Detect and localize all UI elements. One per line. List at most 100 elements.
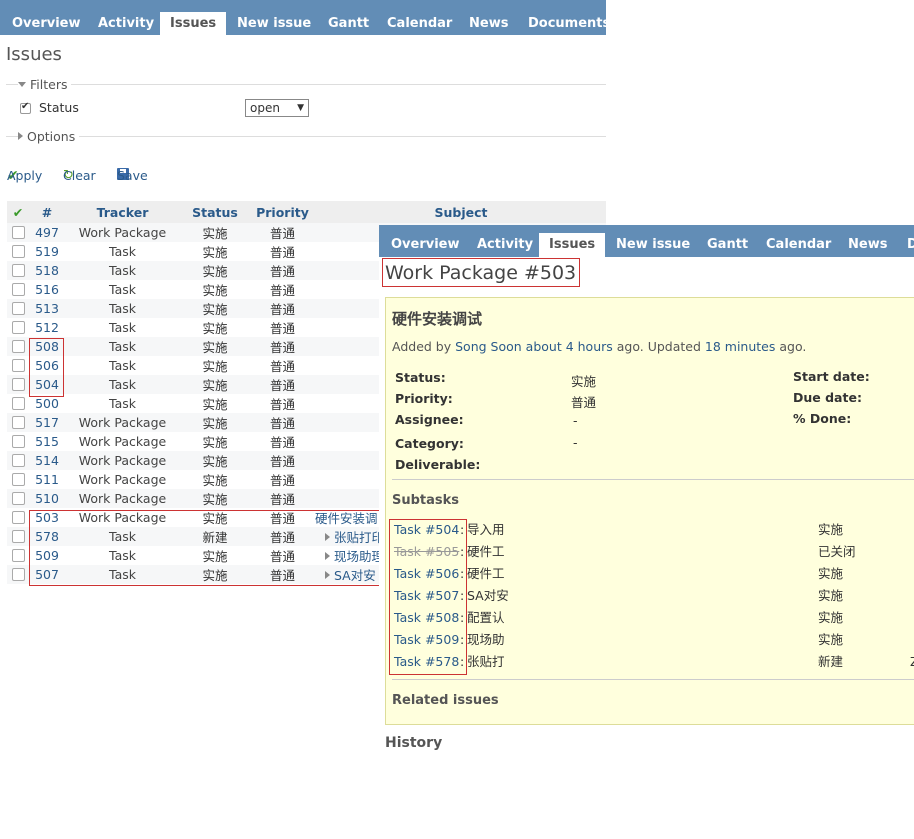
category-attr-value: - bbox=[573, 435, 578, 450]
row-checkbox[interactable] bbox=[12, 264, 25, 277]
row-checkbox[interactable] bbox=[12, 321, 25, 334]
status-cell: 新建 bbox=[180, 527, 250, 546]
row-checkbox[interactable] bbox=[12, 473, 25, 486]
tab-documents[interactable]: Documents bbox=[528, 12, 606, 35]
row-checkbox[interactable] bbox=[12, 245, 25, 258]
row-checkbox[interactable] bbox=[12, 435, 25, 448]
subject-link[interactable]: 现场助理 bbox=[334, 549, 384, 564]
row-checkbox[interactable] bbox=[12, 492, 25, 505]
subject-link[interactable]: 张贴打印 bbox=[334, 530, 384, 545]
row-checkbox[interactable] bbox=[12, 340, 25, 353]
tab-issues[interactable]: Issues bbox=[539, 233, 606, 257]
tracker-cell: Task bbox=[65, 375, 180, 394]
row-checkbox[interactable] bbox=[12, 283, 25, 296]
tab-news[interactable]: News bbox=[848, 233, 887, 257]
row-checkbox-cell bbox=[7, 565, 29, 584]
issue-id-link[interactable]: 516 bbox=[29, 280, 65, 299]
tab-activity[interactable]: Activity bbox=[477, 233, 533, 257]
issue-id-link[interactable]: 506 bbox=[29, 356, 65, 375]
tab-new-issue[interactable]: New issue bbox=[237, 12, 311, 35]
tab-news[interactable]: News bbox=[469, 12, 508, 35]
column-header-status[interactable]: Status bbox=[180, 201, 250, 223]
issue-subject: 硬件安装调试 bbox=[392, 310, 483, 328]
issue-id-link[interactable]: 513 bbox=[29, 299, 65, 318]
filters-legend[interactable]: Filters bbox=[18, 77, 72, 92]
subject-link[interactable]: SA对安 bbox=[334, 568, 376, 583]
subtask-link[interactable]: Task #505 bbox=[394, 541, 459, 563]
row-checkbox[interactable] bbox=[12, 378, 25, 391]
tab-gantt[interactable]: Gantt bbox=[328, 12, 369, 35]
subtask-status: 实施 bbox=[818, 522, 844, 537]
tab-new-issue[interactable]: New issue bbox=[616, 233, 690, 257]
tab-overview[interactable]: Overview bbox=[391, 233, 460, 257]
status-filter-checkbox[interactable] bbox=[20, 101, 31, 114]
row-checkbox[interactable] bbox=[12, 454, 25, 467]
priority-cell: 普通 bbox=[250, 432, 315, 451]
subtask-link[interactable]: Task #506 bbox=[394, 563, 459, 585]
start-date-label: Start date: bbox=[793, 369, 870, 384]
status-filter-label: Status bbox=[39, 100, 79, 115]
section-divider bbox=[392, 679, 914, 680]
author-link[interactable]: Song Soon bbox=[455, 339, 522, 354]
toggle-all-header[interactable]: ✔ bbox=[7, 201, 29, 223]
subtask-link[interactable]: Task #578 bbox=[394, 651, 459, 673]
issue-id-link[interactable]: 511 bbox=[29, 470, 65, 489]
issue-details: 硬件安装调试 Added by Song Soon about 4 hours … bbox=[385, 297, 914, 725]
row-checkbox[interactable] bbox=[12, 416, 25, 429]
row-checkbox[interactable] bbox=[12, 226, 25, 239]
issue-id-link[interactable]: 500 bbox=[29, 394, 65, 413]
row-checkbox[interactable] bbox=[12, 568, 25, 581]
issue-id-link[interactable]: 507 bbox=[29, 565, 65, 584]
issue-id-link[interactable]: 518 bbox=[29, 261, 65, 280]
subtask-link[interactable]: Task #504 bbox=[394, 519, 459, 541]
created-time-link[interactable]: about 4 hours bbox=[526, 339, 613, 354]
updated-time-link[interactable]: 18 minutes bbox=[705, 339, 775, 354]
subject-link[interactable]: 硬件安装调 bbox=[315, 511, 378, 526]
tracker-cell: Work Package bbox=[65, 470, 180, 489]
row-checkbox[interactable] bbox=[12, 302, 25, 315]
issue-id-link[interactable]: 504 bbox=[29, 375, 65, 394]
column-header-tracker[interactable]: Tracker bbox=[65, 201, 180, 223]
tab-issues[interactable]: Issues bbox=[160, 12, 227, 35]
subtask-link[interactable]: Task #508 bbox=[394, 607, 459, 629]
column-header-id[interactable]: # bbox=[29, 201, 65, 223]
row-checkbox[interactable] bbox=[12, 359, 25, 372]
tracker-cell: Task bbox=[65, 261, 180, 280]
status-cell: 实施 bbox=[180, 413, 250, 432]
tracker-cell: Task bbox=[65, 299, 180, 318]
row-checkbox[interactable] bbox=[12, 511, 25, 524]
status-operator-select[interactable]: open ▼ bbox=[245, 99, 309, 117]
issue-id-link[interactable]: 514 bbox=[29, 451, 65, 470]
subtask-link[interactable]: Task #509 bbox=[394, 629, 459, 651]
issue-id-link[interactable]: 515 bbox=[29, 432, 65, 451]
tab-calendar[interactable]: Calendar bbox=[387, 12, 452, 35]
subtask-link[interactable]: Task #507 bbox=[394, 585, 459, 607]
row-checkbox[interactable] bbox=[12, 530, 25, 543]
tab-documents[interactable]: D bbox=[907, 233, 914, 257]
options-legend[interactable]: Options bbox=[18, 129, 80, 144]
status-cell: 实施 bbox=[180, 299, 250, 318]
row-checkbox-cell bbox=[7, 432, 29, 451]
subtask-row: Task #505: 硬件工 已关闭 bbox=[392, 541, 914, 563]
issue-id-link[interactable]: 578 bbox=[29, 527, 65, 546]
issue-id-link[interactable]: 512 bbox=[29, 318, 65, 337]
issue-id-link[interactable]: 503 bbox=[29, 508, 65, 527]
issue-id-link[interactable]: 497 bbox=[29, 223, 65, 242]
tab-calendar[interactable]: Calendar bbox=[766, 233, 831, 257]
row-checkbox[interactable] bbox=[12, 397, 25, 410]
issue-id-link[interactable]: 510 bbox=[29, 489, 65, 508]
row-checkbox[interactable] bbox=[12, 549, 25, 562]
column-header-subject[interactable]: Subject bbox=[315, 201, 606, 223]
issue-id-link[interactable]: 509 bbox=[29, 546, 65, 565]
assignee-attr-value: - bbox=[573, 413, 578, 428]
tab-gantt[interactable]: Gantt bbox=[707, 233, 748, 257]
tab-activity[interactable]: Activity bbox=[98, 12, 154, 35]
tab-overview[interactable]: Overview bbox=[12, 12, 81, 35]
subtask-separator: : bbox=[460, 632, 465, 647]
issue-id-link[interactable]: 519 bbox=[29, 242, 65, 261]
column-header-priority[interactable]: Priority bbox=[250, 201, 315, 223]
priority-cell: 普通 bbox=[250, 451, 315, 470]
row-checkbox-cell bbox=[7, 413, 29, 432]
issue-id-link[interactable]: 517 bbox=[29, 413, 65, 432]
issue-id-link[interactable]: 508 bbox=[29, 337, 65, 356]
